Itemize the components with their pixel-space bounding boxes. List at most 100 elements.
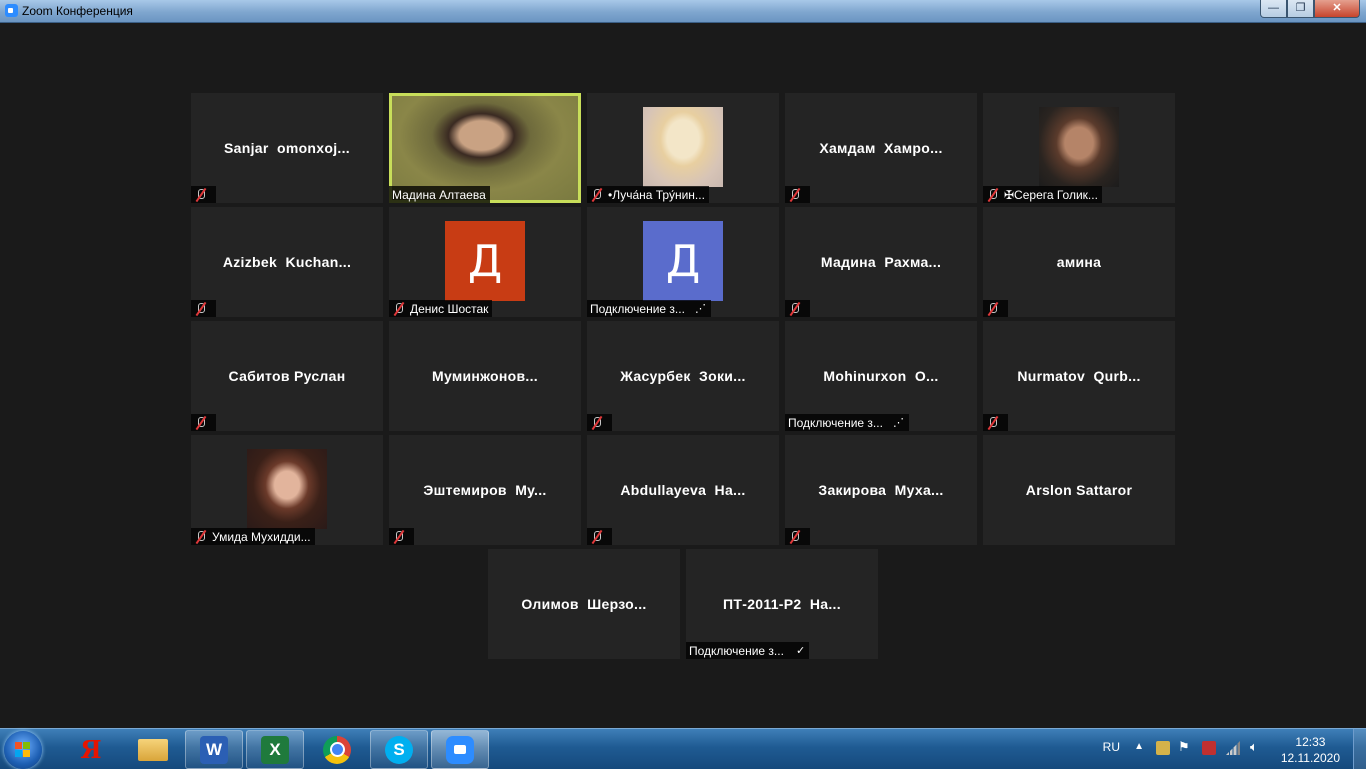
muted-mic-icon bbox=[986, 416, 1000, 430]
participant-tile[interactable]: Azizbek Kuchan... bbox=[191, 207, 383, 317]
participant-label-text: Мадина Алтаева bbox=[392, 187, 486, 202]
muted-mic-icon bbox=[788, 302, 802, 316]
participant-label: Подключение з... ✓ bbox=[686, 642, 810, 659]
show-desktop-button[interactable] bbox=[1353, 729, 1366, 769]
taskbar-excel-button[interactable]: X bbox=[246, 730, 304, 769]
signal-strength-icon[interactable] bbox=[1226, 741, 1240, 755]
zoom-icon bbox=[446, 735, 474, 764]
participant-tile[interactable]: Жасурбек Зоки... bbox=[587, 321, 779, 431]
clock-date: 12.11.2020 bbox=[1280, 751, 1340, 765]
participant-tile[interactable]: Хамдам Хамро... bbox=[785, 93, 977, 203]
participant-name: Arslon Sattaror bbox=[1025, 482, 1133, 498]
participant-tile[interactable]: Mohinurxon O... Подключение з... ⋰ bbox=[785, 321, 977, 431]
profile-photo bbox=[1039, 107, 1119, 187]
taskbar-chrome-button[interactable] bbox=[308, 730, 366, 769]
start-button[interactable] bbox=[4, 731, 42, 769]
taskbar-explorer-button[interactable] bbox=[124, 730, 182, 769]
taskbar-yandex-button[interactable]: Я bbox=[62, 730, 120, 769]
security-icon[interactable] bbox=[1202, 741, 1216, 755]
network-share-icon[interactable] bbox=[1156, 741, 1170, 755]
participant-label bbox=[587, 528, 612, 545]
participant-tile[interactable]: Sanjar omonxoj... bbox=[191, 93, 383, 203]
title-bar: Zoom Конференция — ❐ ✕ bbox=[0, 0, 1366, 23]
muted-mic-icon bbox=[986, 302, 1000, 316]
clock[interactable]: 12:33 12.11.2020 bbox=[1281, 734, 1340, 766]
participant-tile[interactable]: Олимов Шерзо... bbox=[488, 549, 680, 659]
participant-label bbox=[785, 300, 810, 317]
muted-mic-icon bbox=[590, 188, 604, 202]
minimize-button[interactable]: — bbox=[1260, 0, 1287, 18]
muted-mic-icon bbox=[194, 530, 208, 544]
participant-tile[interactable]: Сабитов Руслан bbox=[191, 321, 383, 431]
participant-tile[interactable]: •Луча́на Тру́нин... bbox=[587, 93, 779, 203]
muted-mic-icon bbox=[590, 530, 604, 544]
participant-name: Azizbek Kuchan... bbox=[222, 254, 352, 270]
participant-name: амина bbox=[1056, 254, 1102, 270]
profile-photo bbox=[247, 449, 327, 529]
participant-tile[interactable]: амина bbox=[983, 207, 1175, 317]
participant-tile[interactable]: Abdullayeva Ha... bbox=[587, 435, 779, 545]
participant-tile[interactable]: Мадина Рахма... bbox=[785, 207, 977, 317]
participant-name: Муминжонов... bbox=[432, 368, 538, 384]
participant-tile[interactable]: Д Подключение з... ⋰ bbox=[587, 207, 779, 317]
muted-mic-icon bbox=[788, 188, 802, 202]
participant-tile[interactable]: Умида Мухидди... bbox=[191, 435, 383, 545]
show-hidden-icons-button[interactable]: ▲ bbox=[1134, 741, 1144, 752]
language-indicator[interactable]: RU bbox=[1103, 740, 1120, 754]
participant-name: Жасурбек Зоки... bbox=[620, 368, 746, 384]
participant-label-text: •Луча́на Тру́нин... bbox=[608, 187, 705, 202]
video-feed bbox=[392, 96, 578, 200]
yandex-icon: Я bbox=[80, 735, 102, 764]
participant-label: ✠Серега Голик... bbox=[983, 186, 1102, 203]
avatar-initial: Д bbox=[445, 221, 525, 301]
participant-label-text: Подключение з... bbox=[788, 415, 883, 430]
participant-label bbox=[587, 414, 612, 431]
participant-label bbox=[983, 300, 1008, 317]
muted-mic-icon bbox=[986, 188, 1000, 202]
participant-name: Закирова Муха... bbox=[818, 482, 944, 498]
participant-label bbox=[785, 528, 810, 545]
participant-tile[interactable]: Муминжонов... bbox=[389, 321, 581, 431]
participant-name: Sanjar omonxoj... bbox=[224, 140, 350, 156]
participant-label: Денис Шостак bbox=[389, 300, 493, 317]
avatar-initial: Д bbox=[643, 221, 723, 301]
participant-label: Подключение з... ⋰ bbox=[587, 300, 711, 317]
participant-tile[interactable]: ✠Серега Голик... bbox=[983, 93, 1175, 203]
taskbar-skype-button[interactable]: S bbox=[370, 730, 428, 769]
folder-icon bbox=[138, 738, 168, 761]
muted-mic-icon bbox=[392, 302, 406, 316]
participant-tile[interactable]: ПТ-2011-Р2 На... Подключение з... ✓ bbox=[686, 549, 878, 659]
participant-label-text: Денис Шостак bbox=[410, 301, 489, 316]
close-button[interactable]: ✕ bbox=[1314, 0, 1360, 18]
participant-tile[interactable]: Arslon Sattaror bbox=[983, 435, 1175, 545]
chrome-icon bbox=[323, 735, 351, 764]
zoom-app-icon bbox=[5, 4, 18, 17]
participant-label-text: Подключение з... bbox=[689, 643, 784, 658]
participant-label: Подключение з... ⋰ bbox=[785, 414, 909, 431]
volume-icon[interactable]: 🔈︎ bbox=[1250, 739, 1264, 754]
action-center-flag-icon[interactable]: ⚑ bbox=[1178, 739, 1192, 754]
participant-label-text: Подключение з... bbox=[590, 301, 685, 316]
participant-tile[interactable]: Закирова Муха... bbox=[785, 435, 977, 545]
participant-tile[interactable]: Д Денис Шостак bbox=[389, 207, 581, 317]
word-icon: W bbox=[200, 735, 228, 764]
connecting-indicator-icon: ⋰ bbox=[694, 303, 707, 315]
excel-icon: X bbox=[261, 735, 289, 764]
muted-mic-icon bbox=[590, 416, 604, 430]
participant-tile[interactable]: Nurmatov Qurb... bbox=[983, 321, 1175, 431]
muted-mic-icon bbox=[788, 530, 802, 544]
participant-name: Сабитов Руслан bbox=[228, 368, 346, 384]
participant-tile[interactable]: Мадина Алтаева bbox=[389, 93, 581, 203]
participant-label: •Луча́на Тру́нин... bbox=[587, 186, 709, 203]
taskbar: Я W X S RU ▲ ⚑ 🔈︎ 12:33 12.11.2020 bbox=[0, 728, 1366, 769]
muted-mic-icon bbox=[194, 416, 208, 430]
participant-label bbox=[191, 300, 216, 317]
participant-tile[interactable]: Эштемиров Му... bbox=[389, 435, 581, 545]
participant-name: Олимов Шерзо... bbox=[521, 596, 647, 612]
connected-check-icon: ✓ bbox=[795, 645, 806, 657]
participant-label-text: ✠Серега Голик... bbox=[1004, 187, 1098, 202]
maximize-button[interactable]: ❐ bbox=[1287, 0, 1314, 18]
taskbar-word-button[interactable]: W bbox=[185, 730, 243, 769]
taskbar-zoom-button[interactable] bbox=[431, 730, 489, 769]
connecting-indicator-icon: ⋰ bbox=[892, 417, 905, 429]
